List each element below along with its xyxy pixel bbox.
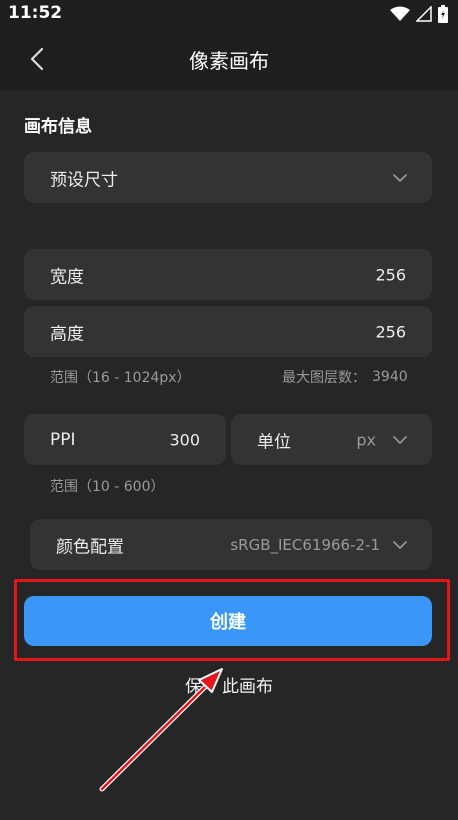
preset-size-label: 预设尺寸 bbox=[50, 170, 118, 190]
unit-dropdown[interactable]: 单位 px bbox=[231, 414, 432, 465]
status-icons bbox=[390, 4, 448, 24]
section-title: 画布信息 bbox=[24, 117, 92, 137]
ppi-field[interactable]: PPI 300 bbox=[24, 414, 226, 465]
max-layers-label: 最大图层数： bbox=[282, 370, 366, 386]
height-label: 高度 bbox=[50, 324, 84, 344]
unit-label: 单位 bbox=[257, 432, 291, 452]
battery-icon bbox=[438, 5, 448, 23]
wifi-icon bbox=[390, 6, 410, 21]
height-value[interactable]: 256 bbox=[375, 322, 406, 341]
color-profile-value: sRGB_IEC61966-2-1 bbox=[230, 535, 380, 554]
ppi-range-hint: 范围（10 - 600） bbox=[50, 479, 165, 495]
create-button[interactable]: 创建 bbox=[24, 596, 432, 646]
width-field[interactable]: 宽度 256 bbox=[24, 249, 432, 300]
ppi-label: PPI bbox=[50, 429, 76, 450]
save-canvas-text-right: 此画布 bbox=[222, 677, 273, 697]
preset-size-dropdown[interactable]: 预设尺寸 bbox=[24, 152, 432, 203]
save-canvas-link[interactable]: 保此画布 bbox=[0, 672, 458, 697]
unit-value: px bbox=[356, 430, 376, 449]
size-range-hint: 范围（16 - 1024px） bbox=[50, 370, 191, 386]
color-profile-dropdown[interactable]: 颜色配置 sRGB_IEC61966-2-1 bbox=[30, 519, 432, 570]
height-field[interactable]: 高度 256 bbox=[24, 306, 432, 357]
max-layers-value: 3940 bbox=[372, 369, 408, 385]
width-label: 宽度 bbox=[50, 267, 84, 287]
chevron-down-icon bbox=[393, 173, 407, 182]
status-bar: 11:52 bbox=[0, 0, 458, 28]
color-profile-label: 颜色配置 bbox=[56, 537, 124, 557]
ppi-value[interactable]: 300 bbox=[169, 430, 200, 449]
chevron-down-icon bbox=[393, 540, 407, 549]
app-bar: 像素画布 bbox=[0, 28, 458, 90]
page-title: 像素画布 bbox=[189, 49, 269, 73]
signal-icon bbox=[416, 6, 432, 22]
save-canvas-text-left: 保 bbox=[185, 677, 202, 697]
width-value[interactable]: 256 bbox=[375, 265, 406, 284]
status-time: 11:52 bbox=[8, 3, 63, 23]
chevron-down-icon bbox=[393, 435, 407, 444]
